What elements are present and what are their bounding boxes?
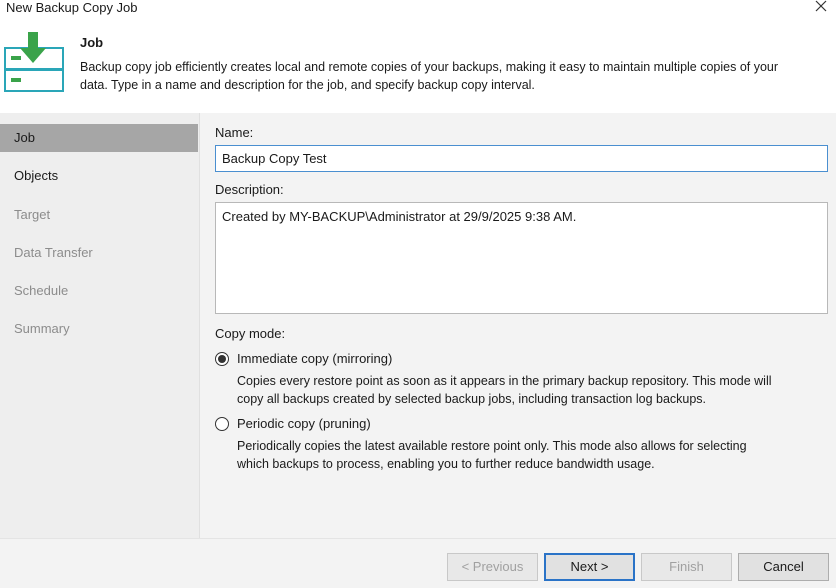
immediate-copy-label[interactable]: Immediate copy (mirroring) (237, 351, 392, 366)
step-objects[interactable]: Objects (0, 162, 198, 190)
previous-button: < Previous (447, 553, 538, 581)
immediate-copy-desc-line2: copy all backups created by selected bac… (237, 392, 707, 406)
step-data-transfer: Data Transfer (14, 245, 93, 260)
wizard-header: Job Backup copy job efficiently creates … (0, 20, 836, 113)
step-schedule: Schedule (14, 283, 69, 298)
step-description-line1: Backup copy job efficiently creates loca… (80, 60, 779, 74)
step-title: Job (80, 35, 104, 50)
window-title: New Backup Copy Job (6, 0, 138, 15)
periodic-copy-label[interactable]: Periodic copy (pruning) (237, 416, 371, 431)
periodic-copy-description: Periodically copies the latest available… (237, 437, 827, 473)
description-field[interactable]: Created by MY-BACKUP\Administrator at 29… (215, 202, 828, 314)
immediate-copy-description: Copies every restore point as soon as it… (237, 372, 827, 408)
wizard-steps-sidebar: Job Objects Target Data Transfer Schedul… (0, 113, 200, 538)
step-description-line2: data. Type in a name and description for… (80, 78, 535, 92)
immediate-copy-option[interactable]: Immediate copy (mirroring) (215, 351, 415, 369)
copy-mode-label: Copy mode: (215, 326, 286, 341)
wizard-footer: < Previous Next > Finish Cancel (0, 538, 836, 588)
immediate-copy-radio[interactable] (215, 352, 229, 366)
finish-button: Finish (641, 553, 732, 581)
name-input[interactable] (215, 145, 828, 172)
periodic-copy-option[interactable]: Periodic copy (pruning) (215, 416, 415, 434)
next-button[interactable]: Next > (544, 553, 635, 581)
periodic-copy-desc-line1: Periodically copies the latest available… (237, 439, 747, 453)
step-job[interactable]: Job (0, 124, 198, 152)
title-bar: New Backup Copy Job (0, 0, 836, 20)
periodic-copy-desc-line2: which backups to process, enabling you t… (237, 457, 655, 471)
cancel-button[interactable]: Cancel (738, 553, 829, 581)
wizard-content: Name: Description: Created by MY-BACKUP\… (200, 113, 836, 538)
description-label: Description: (215, 182, 284, 197)
close-button[interactable] (810, 0, 832, 18)
backup-copy-job-icon (4, 32, 64, 92)
immediate-copy-desc-line1: Copies every restore point as soon as it… (237, 374, 772, 388)
close-icon (815, 0, 827, 12)
name-label: Name: (215, 125, 254, 140)
step-description: Backup copy job efficiently creates loca… (80, 58, 836, 94)
step-summary: Summary (14, 321, 70, 336)
periodic-copy-radio[interactable] (215, 417, 229, 431)
step-target: Target (14, 207, 51, 222)
